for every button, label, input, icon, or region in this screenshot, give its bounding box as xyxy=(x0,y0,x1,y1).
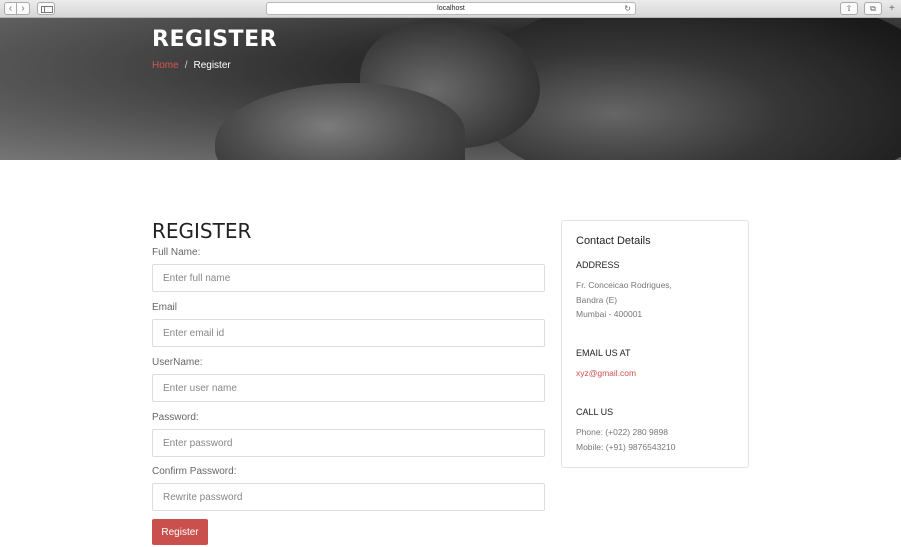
tabs-button[interactable]: ⧉ xyxy=(864,2,882,15)
address-bar[interactable]: localhost ↻ xyxy=(266,2,636,15)
email-link[interactable]: xyz@gmail.com xyxy=(576,368,636,378)
tabs-icon: ⧉ xyxy=(870,4,876,13)
username-label: UserName: xyxy=(152,357,203,368)
phone-text: Phone: (+022) 280 9898 xyxy=(576,427,668,437)
form-title: REGISTER xyxy=(152,219,252,243)
breadcrumb-separator: / xyxy=(184,60,188,71)
chevron-left-icon: ‹ xyxy=(8,2,13,14)
address-line: Mumbai - 400001 xyxy=(576,309,643,319)
username-input[interactable] xyxy=(152,374,545,402)
address-line: Bandra (E) xyxy=(576,294,618,305)
mobile-text: Mobile: (+91) 9876543210 xyxy=(576,441,676,452)
address-line: Fr. Conceicao Rodrigues, xyxy=(576,280,672,290)
hero-banner: REGISTER Home / Register xyxy=(0,18,901,160)
password-label: Password: xyxy=(152,412,199,423)
breadcrumb-home-link[interactable]: Home xyxy=(152,60,179,71)
register-button[interactable]: Register xyxy=(152,519,208,545)
share-icon: ⇧ xyxy=(845,4,853,13)
confirm-password-label: Confirm Password: xyxy=(152,466,237,477)
call-heading: CALL US xyxy=(576,407,614,417)
address-block: Fr. Conceicao Rodrigues, Bandra (E) Mumb… xyxy=(576,278,672,322)
hero-title: REGISTER xyxy=(152,27,278,52)
confirm-password-input[interactable] xyxy=(152,483,545,511)
share-button[interactable]: ⇧ xyxy=(840,2,858,15)
new-tab-button[interactable]: + xyxy=(889,3,895,15)
contact-details-card: Contact Details ADDRESS Fr. Conceicao Ro… xyxy=(561,220,749,468)
forward-button[interactable]: › xyxy=(17,2,30,15)
contact-title: Contact Details xyxy=(576,235,651,247)
breadcrumb: Home / Register xyxy=(152,60,231,71)
url-text: localhost xyxy=(437,5,465,12)
back-button[interactable]: ‹ xyxy=(4,2,17,15)
reload-icon[interactable]: ↻ xyxy=(624,3,631,14)
phone-block: Phone: (+022) 280 9898 Mobile: (+91) 987… xyxy=(576,425,675,454)
address-heading: ADDRESS xyxy=(576,260,620,270)
email-heading: EMAIL US AT xyxy=(576,348,631,358)
browser-toolbar: ‹ › localhost ↻ ⇧ ⧉ + xyxy=(0,0,901,18)
full-name-label: Full Name: xyxy=(152,247,201,258)
sidebar-toggle-button[interactable] xyxy=(37,2,55,15)
email-input[interactable] xyxy=(152,319,545,347)
nav-buttons: ‹ › xyxy=(4,2,30,15)
password-input[interactable] xyxy=(152,429,545,457)
chevron-right-icon: › xyxy=(21,2,25,14)
breadcrumb-current: Register xyxy=(193,60,231,71)
email-label: Email xyxy=(152,302,178,313)
full-name-input[interactable] xyxy=(152,264,545,292)
